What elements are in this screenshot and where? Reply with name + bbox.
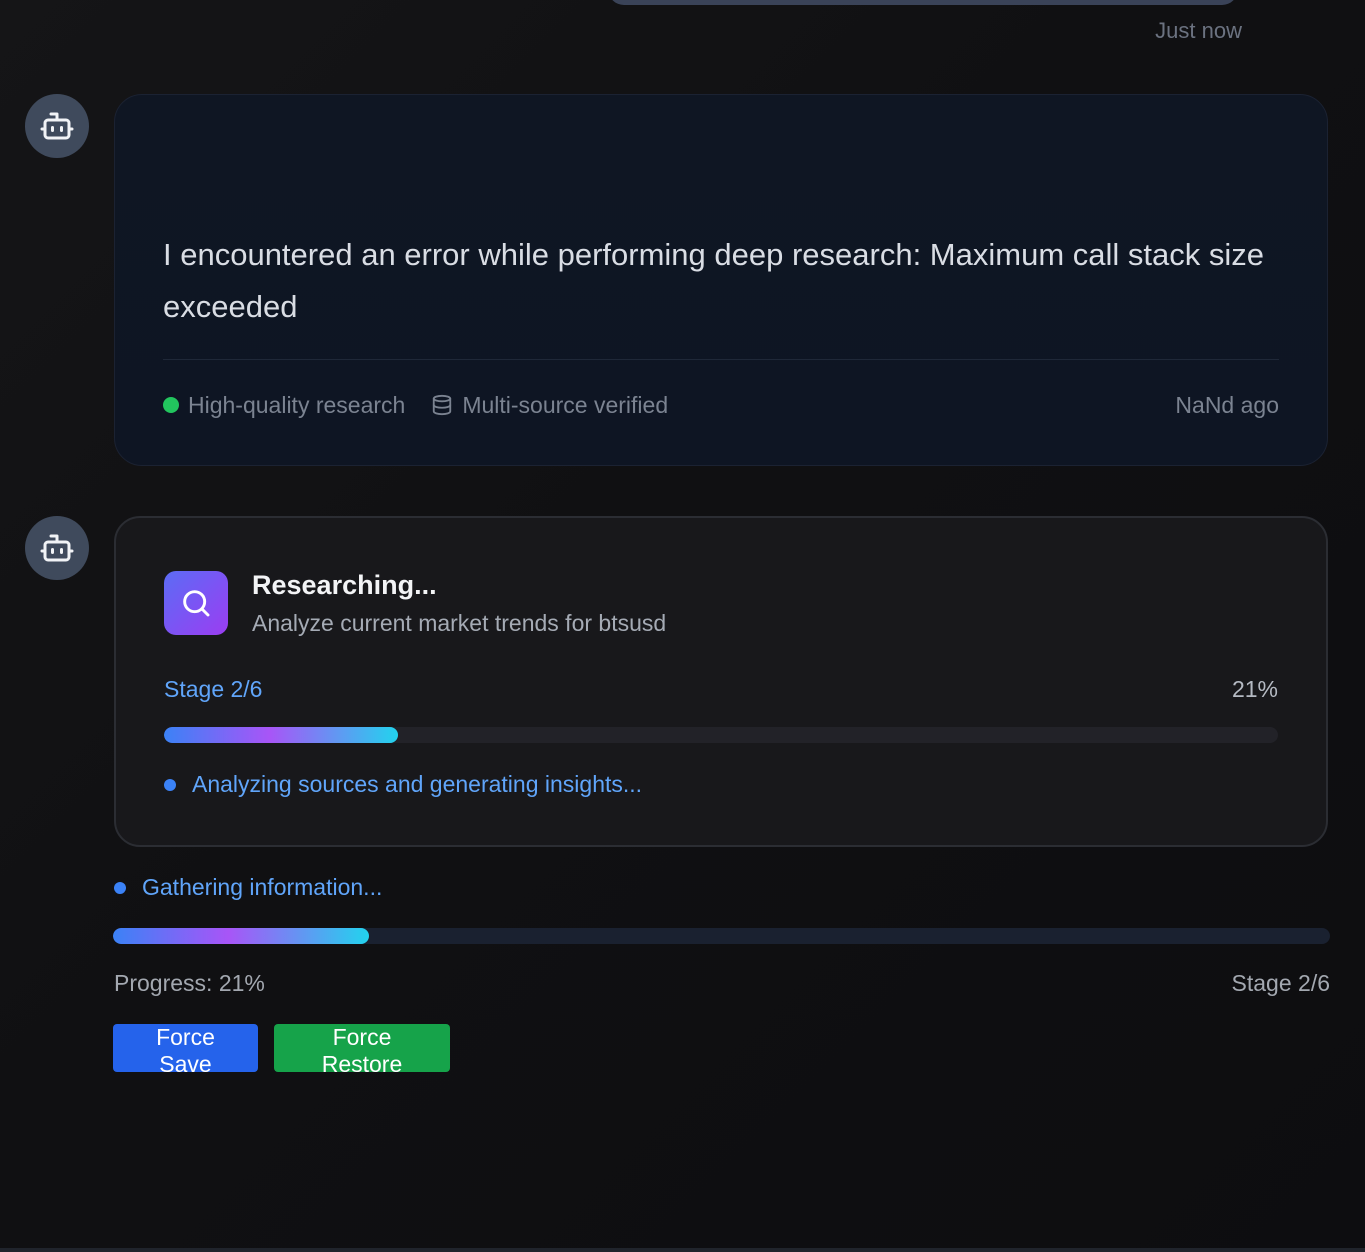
database-icon (433, 394, 452, 416)
research-progress-card: Researching... Analyze current market tr… (114, 516, 1328, 847)
status-dot-icon (163, 397, 179, 413)
progress-percent: 21% (1231, 676, 1278, 702)
research-progress-fill (164, 727, 398, 743)
force-restore-button[interactable]: Force Restore (274, 1024, 450, 1077)
assistant-avatar (25, 94, 89, 158)
previous-message-timestamp: Just now (1155, 18, 1242, 43)
stage-indicator: Stage 2/6 (164, 676, 263, 702)
divider (163, 359, 1279, 360)
gathering-status-text: Gathering information... (142, 874, 383, 900)
error-message-text: I encountered an error while performing … (163, 237, 1264, 324)
quality-badge: High-quality research (188, 391, 406, 418)
previous-message-bubble (608, 0, 1238, 5)
message-footer: High-quality research Multi-source verif… (163, 385, 1279, 425)
overall-progress-fill (113, 928, 369, 944)
assistant-avatar (25, 516, 89, 580)
message-time-ago: NaNd ago (1175, 391, 1279, 418)
progress-label: Progress: 21% (114, 970, 265, 996)
gathering-status: Gathering information... (114, 874, 382, 901)
search-icon (183, 590, 210, 617)
force-save-button[interactable]: Force Save (113, 1024, 258, 1077)
research-query: Analyze current market trends for btsusd (252, 610, 667, 636)
error-message-card: I encountered an error while performing … (114, 94, 1328, 466)
overall-progress-bar (113, 928, 1330, 944)
robot-icon (40, 112, 74, 140)
research-status: Analyzing sources and generating insight… (164, 771, 642, 798)
verified-badge: Multi-source verified (462, 391, 669, 418)
research-progress-bar (164, 727, 1278, 743)
research-icon-badge (164, 571, 228, 635)
research-title: Researching... (252, 570, 437, 600)
status-dot-icon (164, 778, 176, 791)
research-status-text: Analyzing sources and generating insight… (192, 771, 643, 797)
stage-label: Stage 2/6 (1231, 970, 1330, 996)
robot-icon (40, 534, 74, 562)
status-dot-icon (114, 881, 126, 894)
bottom-divider (0, 1248, 1365, 1252)
